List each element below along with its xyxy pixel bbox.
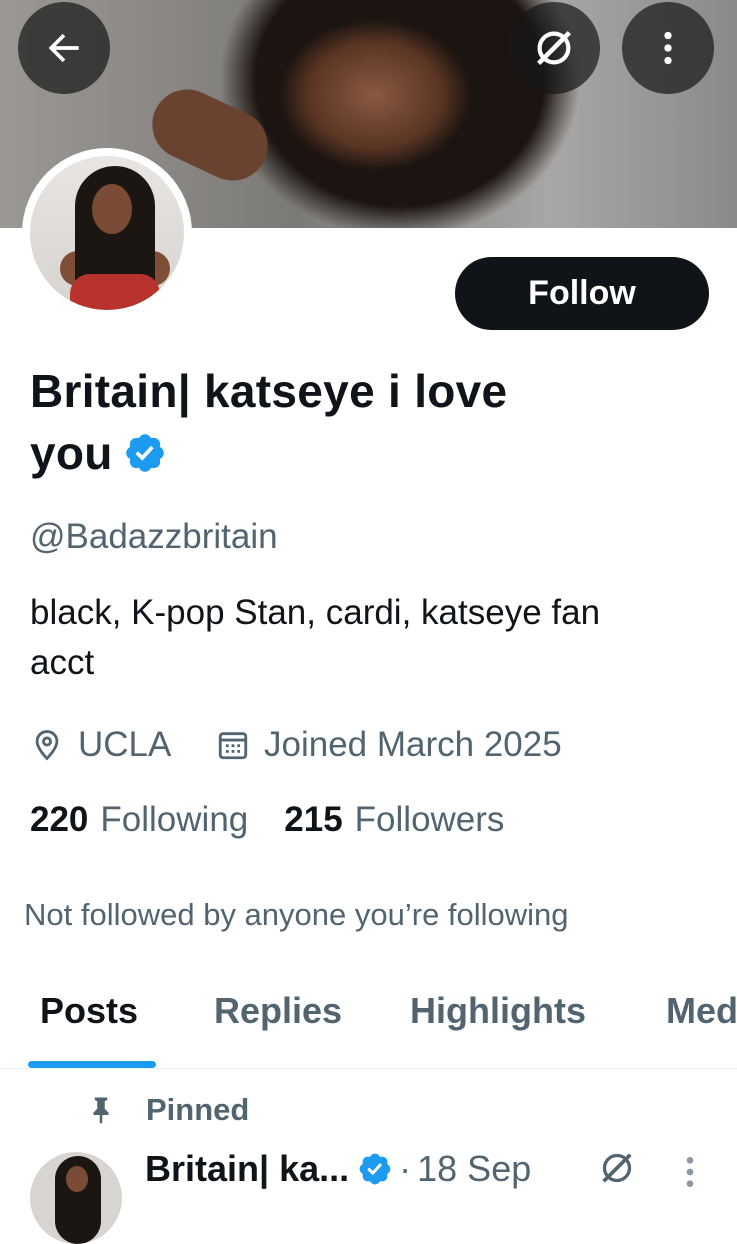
grok-icon xyxy=(537,31,571,65)
profile-avatar[interactable] xyxy=(22,148,192,318)
joined-text: Joined March 2025 xyxy=(264,725,562,764)
tab-media[interactable]: Med xyxy=(666,990,737,1032)
bio-line2: acct xyxy=(30,643,95,682)
verified-badge-icon[interactable] xyxy=(123,431,167,475)
display-name-line1: Britain| katseye i love xyxy=(30,365,508,417)
mutuals-note: Not followed by anyone you’re following xyxy=(24,897,569,932)
calendar-icon xyxy=(218,732,248,760)
following-label: Following xyxy=(100,800,249,839)
bio-line1: black, K-pop Stan, cardi, katseye fan xyxy=(30,593,601,632)
post-date[interactable]: 18 Sep xyxy=(417,1148,531,1190)
more-vertical-icon xyxy=(664,31,672,65)
post-more-icon[interactable] xyxy=(680,1152,700,1192)
post-separator: · xyxy=(399,1148,412,1189)
follow-button[interactable]: Follow xyxy=(455,257,709,330)
display-name: Britain| katseye i love you xyxy=(30,360,650,484)
tab-replies[interactable]: Replies xyxy=(214,990,342,1032)
tab-posts[interactable]: Posts xyxy=(40,990,138,1032)
pinned-indicator: Pinned xyxy=(86,1092,249,1128)
active-tab-indicator xyxy=(28,1061,156,1068)
profile-bio: black, K-pop Stan, cardi, katseye fan ac… xyxy=(30,588,710,688)
followers-link[interactable]: 215 Followers xyxy=(284,800,504,840)
pinned-label: Pinned xyxy=(146,1092,250,1127)
profile-tabs: Posts Replies Highlights Med xyxy=(0,990,737,1070)
tab-highlights[interactable]: Highlights xyxy=(410,990,586,1032)
post-author-name[interactable]: Britain| ka... xyxy=(145,1148,349,1190)
followers-count: 215 xyxy=(284,800,343,839)
display-name-line2-text: you xyxy=(30,427,113,479)
avatar-photo xyxy=(30,156,184,310)
grok-button[interactable] xyxy=(508,2,600,94)
post-author-avatar[interactable] xyxy=(30,1152,122,1244)
post-verified-badge-icon xyxy=(359,1153,391,1185)
back-button[interactable] xyxy=(18,2,110,94)
pin-icon xyxy=(93,1097,109,1124)
joined-item: Joined March 2025 xyxy=(216,722,562,768)
profile-handle: @Badazzbritain xyxy=(30,517,278,556)
location-pin-icon xyxy=(35,730,59,761)
display-name-line2: you xyxy=(30,422,650,484)
more-button[interactable] xyxy=(622,2,714,94)
tabs-divider xyxy=(0,1068,737,1069)
followers-label: Followers xyxy=(354,800,505,839)
post-grok-icon[interactable] xyxy=(597,1148,637,1188)
location-text: UCLA xyxy=(78,725,172,764)
location-item: UCLA xyxy=(30,722,171,768)
post-header: Britain| ka... · 18 Sep xyxy=(145,1146,531,1192)
follow-counts: 220 Following 215 Followers xyxy=(30,800,540,840)
following-count: 220 xyxy=(30,800,89,839)
arrow-left-icon xyxy=(48,33,79,63)
following-link[interactable]: 220 Following xyxy=(30,800,248,840)
